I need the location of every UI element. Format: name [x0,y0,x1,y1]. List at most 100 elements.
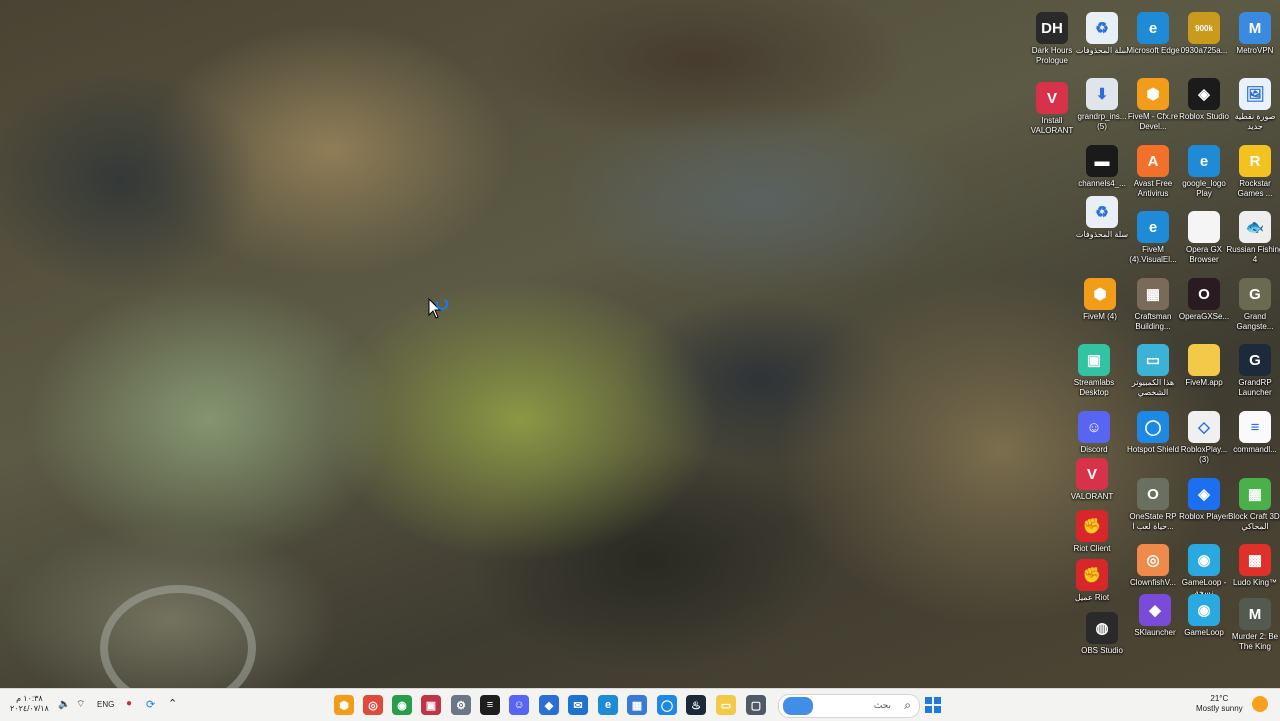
folder-icon [1188,344,1220,376]
obs-icon: ◍ [1086,612,1118,644]
onestate-icon: O [1137,478,1169,510]
desktop-icon-label: GrandRP Launcher [1238,378,1272,397]
fivem-taskbar-icon[interactable]: ⬢ [334,695,354,715]
desktop-icon-label: VALORANT [1070,492,1114,501]
desktop-icon[interactable]: 🐟 Russian Fishing 4 [1225,205,1280,269]
search-icon: ⌕ [904,698,911,712]
desktop-icon-label: Ludo King™ [1232,578,1278,587]
mail-icon[interactable]: ✉ [568,695,588,715]
desktop-icon-label: صورة نقطية جديد [1234,112,1276,131]
download-icon: ⬇ [1086,78,1118,110]
desktop-icon-label: Murder 2: Be The King [1231,632,1279,651]
desktop-icon[interactable]: ◍ OBS Studio [1072,606,1132,670]
opera-gx-icon: O [1188,278,1220,310]
bitmap-file-icon: 🖼 [1239,78,1271,110]
desktop-icon[interactable]: ≡ commandl... [1225,405,1280,469]
taskbar: ١٠:٣٨ م ٢٠٢٤/٠٧/١٨ 🔈 ⌔ ENG ● ⟳ ⌃ ⬢ ◎ ◉ ▣ ⚙ ≡ ☺… [0,688,1280,721]
desktop-icon-label: FiveM (4) [1083,312,1117,321]
desktop-icon-label: MetroVPN [1236,46,1274,55]
dark-hours-icon: DH [1036,12,1068,44]
search-placeholder: بحث [873,700,891,710]
fishing-icon: 🐟 [1239,211,1271,243]
store-icon[interactable]: ▦ [627,695,647,715]
valorant-icon: V [1076,458,1108,490]
microphone-icon[interactable]: ● [126,698,132,709]
shield-app-icon[interactable]: ◆ [539,695,559,715]
taskbar-search-input[interactable]: بحث ⌕ [778,694,920,718]
sync-icon[interactable]: ⟳ [146,698,155,711]
streamlabs-icon: ▣ [1078,344,1110,376]
image-file-icon: 900k [1188,12,1220,44]
desktop-icon-label: عميل Riot [1074,593,1110,602]
desktop-icon-label: Grand Gangste... [1236,312,1274,331]
windows-start-icon[interactable] [925,697,941,713]
block-craft-icon: ▦ [1239,478,1271,510]
murder-2-icon: M [1239,598,1271,630]
ludo-king-icon: ▩ [1239,544,1271,576]
steam-icon[interactable]: ♨ [686,695,706,715]
recycle-bin-icon: ♻ [1086,12,1118,44]
search-highlight-icon [783,697,813,715]
desktop-icon-label: commandl... [1233,445,1277,454]
language-indicator[interactable]: ENG [97,700,114,709]
hotspot-shield-icon: ◯ [1137,411,1169,443]
sklauncher-icon: ◆ [1139,594,1171,626]
roblox-studio-icon: ◈ [1188,78,1220,110]
clownfish-taskbar-icon[interactable]: ◎ [363,695,383,715]
text-file-icon: ≡ [1239,411,1271,443]
edge-html-icon: e [1188,145,1220,177]
desktop-icon[interactable]: ⬢ FiveM (4) [1070,272,1130,336]
chrome-icon[interactable]: ◉ [392,695,412,715]
desktop-icon[interactable]: M MetroVPN [1225,6,1280,70]
desktop-icon-label: Russian Fishing 4 [1226,245,1280,264]
task-view-icon[interactable]: ▢ [746,695,766,715]
rockstar-icon: R [1239,145,1271,177]
edge-taskbar-icon[interactable]: e [598,695,618,715]
app-window-icon[interactable]: ▣ [421,695,441,715]
blank-file-icon [1188,211,1220,243]
weather-condition: Mostly sunny [1196,704,1243,713]
this-pc-icon: ▭ [1137,344,1169,376]
mouse-cursor-busy-icon [428,298,448,319]
gameloop-icon: ◉ [1188,544,1220,576]
craftsman-icon: ▦ [1137,278,1169,310]
wifi-icon[interactable]: ⌔ [76,698,85,711]
volume-icon[interactable]: 🔈 [58,699,70,710]
desktop-icon[interactable]: G Grand Gangste... [1225,272,1280,336]
fivem-icon: ⬢ [1084,278,1116,310]
desktop-icon-label: OBS Studio [1081,646,1123,655]
show-hidden-icons-chevron-icon[interactable]: ⌃ [168,697,177,710]
terminal-icon[interactable]: ≡ [480,695,500,715]
roblox-file-icon: ◇ [1188,411,1220,443]
valorant-icon: V [1036,82,1068,114]
edge-icon: e [1137,12,1169,44]
riot-client-icon: ✊ [1076,559,1108,591]
avast-icon: A [1137,145,1169,177]
desktop-icon[interactable]: ▣ Streamlabs Desktop [1064,338,1124,402]
sun-weather-icon [1252,696,1268,712]
desktop-icon[interactable]: R Rockstar Games ... [1225,139,1280,203]
fivem-icon: ⬢ [1137,78,1169,110]
grandrp-icon: G [1239,344,1271,376]
settings-gear-icon[interactable]: ⚙ [451,695,471,715]
desktop-icon-label: Block Craft 3D: المحاكي [1228,512,1280,531]
wallpaper-button-shape [100,585,256,688]
desktop-icon[interactable]: ▦ Block Craft 3D: المحاكي [1225,472,1280,536]
desktop-icon[interactable]: 🖼 صورة نقطية جديد [1225,72,1280,136]
discord-taskbar-icon[interactable]: ☺ [509,695,529,715]
grand-gangster-icon: G [1239,278,1271,310]
weather-widget[interactable]: 21°C Mostly sunny [1196,694,1243,714]
file-explorer-icon[interactable]: ▭ [716,695,736,715]
gameloop-icon: ◉ [1188,594,1220,626]
desktop-icon[interactable]: M Murder 2: Be The King [1225,592,1280,656]
recycle-bin-icon: ♻ [1086,196,1118,228]
clownfish-icon: ◎ [1137,544,1169,576]
desktop-icon[interactable]: G GrandRP Launcher [1225,338,1280,402]
desktop-icon-label: Streamlabs Desktop [1073,378,1115,397]
vpn-shield-icon[interactable]: ◯ [657,695,677,715]
edge-html-icon: e [1137,211,1169,243]
desktop-icon-label: Rockstar Games ... [1237,179,1273,198]
taskbar-clock[interactable]: ١٠:٣٨ م ٢٠٢٤/٠٧/١٨ [10,694,49,714]
discord-icon: ☺ [1078,411,1110,443]
clock-date: ٢٠٢٤/٠٧/١٨ [10,704,49,713]
